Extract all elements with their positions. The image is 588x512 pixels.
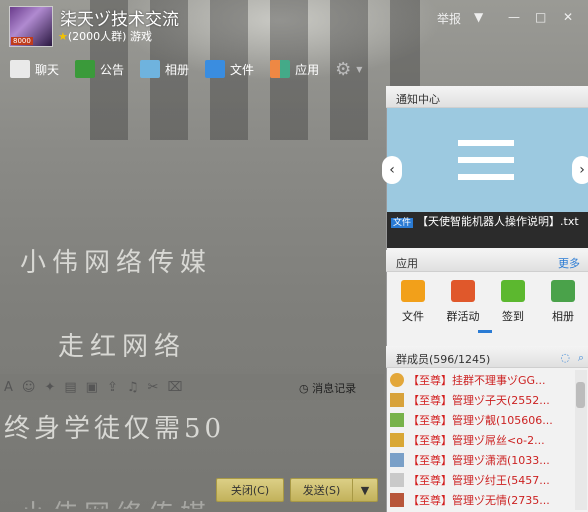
member-row[interactable]: 【至尊】 管理ヅ无情(2735...: [390, 490, 572, 510]
folder-icon: [205, 60, 226, 78]
checkbox-icon: [501, 280, 525, 302]
member-avatar: [390, 373, 404, 387]
next-arrow-icon[interactable]: ›: [572, 156, 588, 184]
app-album[interactable]: 相册: [538, 280, 588, 324]
photo-icon: [551, 280, 575, 302]
avatar-badge: 8000: [11, 37, 33, 45]
member-row[interactable]: 【至尊】 管理ヅ纣王(5457...: [390, 470, 572, 490]
tab-chat[interactable]: 聊天: [10, 60, 59, 78]
member-avatar: [390, 413, 404, 427]
main-toolbar: 聊天 公告 相册 文件 应用 ⚙ ▼: [10, 56, 374, 82]
chat-bg-text-2: 走红网络: [58, 332, 187, 362]
search-icon[interactable]: ⌕: [578, 351, 584, 365]
member-avatar: [390, 493, 404, 507]
minimize-icon[interactable]: —: [508, 10, 520, 24]
chat-bg-text-1: 小伟网络传媒: [20, 248, 213, 278]
close-button[interactable]: 关闭(C): [216, 478, 284, 502]
settings-button[interactable]: ⚙ ▼: [335, 59, 362, 80]
send-options-button[interactable]: ▼: [352, 478, 378, 502]
megaphone-icon: [75, 60, 96, 78]
group-tag: 游戏: [129, 30, 152, 43]
image-icon[interactable]: ▣: [86, 380, 98, 395]
close-icon[interactable]: ✕: [563, 10, 573, 24]
dropdown-icon[interactable]: ▼: [474, 10, 483, 24]
scrollbar-thumb[interactable]: [576, 382, 585, 408]
member-avatar: [390, 453, 404, 467]
message-history-button[interactable]: ◷ 消息记录: [299, 380, 356, 396]
music-icon[interactable]: ♫: [127, 380, 139, 395]
tab-album[interactable]: 相册: [140, 60, 189, 78]
gear-icon: ⚙: [335, 58, 352, 80]
clock-icon: ◷: [299, 382, 309, 395]
member-row[interactable]: 【至尊】 管理ヅ潇洒(1033...: [390, 450, 572, 470]
more-link[interactable]: 更多: [558, 255, 580, 271]
app-file[interactable]: 文件: [388, 280, 438, 324]
group-subtitle: ★(2000人群) 游戏: [58, 30, 152, 43]
scissors-icon[interactable]: ✂: [148, 380, 159, 395]
member-avatar: [390, 473, 404, 487]
prev-arrow-icon[interactable]: ‹: [382, 156, 402, 184]
star-icon: ★: [58, 30, 68, 43]
tab-app[interactable]: 应用: [270, 60, 319, 78]
chat-bubble-icon[interactable]: ◌: [560, 351, 570, 364]
apps-header: 应用 更多: [386, 250, 588, 272]
screenshot-icon[interactable]: ⌧: [167, 380, 182, 395]
emoji-icon[interactable]: ☺: [22, 380, 36, 395]
app-checkin[interactable]: 签到: [488, 280, 538, 324]
document-icon: [458, 140, 514, 190]
maximize-icon[interactable]: □: [535, 10, 546, 24]
chevron-down-icon: ▼: [360, 483, 370, 497]
group-title: 柒天ヅ技术交流: [60, 10, 179, 30]
chat-bg-text-3: 终身学徒仅需50: [4, 414, 226, 444]
apps-grid-icon: [270, 60, 291, 78]
folder-icon: [401, 280, 425, 302]
notify-header: 通知中心: [386, 86, 588, 108]
member-avatar: [390, 393, 404, 407]
flag-icon: [451, 280, 475, 302]
page-indicator: [478, 330, 492, 333]
chat-bubble-icon: [10, 60, 30, 78]
gif-icon[interactable]: ▤: [64, 380, 76, 395]
tab-file[interactable]: 文件: [205, 60, 254, 78]
member-row[interactable]: 【至尊】 挂群不理事ヅGG...: [390, 370, 572, 390]
notify-file-caption[interactable]: 文件 【天使智能机器人操作说明】.txt: [387, 212, 588, 248]
file-badge: 文件: [391, 218, 414, 228]
photo-icon: [140, 60, 161, 78]
member-avatar: [390, 433, 404, 447]
apps-row: 文件 群活动 签到 相册: [388, 280, 588, 324]
send-button[interactable]: 发送(S): [290, 478, 352, 502]
upload-icon[interactable]: ⇪: [107, 380, 118, 395]
member-row[interactable]: 【至尊】 管理ヅ屌丝<o-2...: [390, 430, 572, 450]
app-activity[interactable]: 群活动: [438, 280, 488, 324]
chevron-down-icon: ▼: [356, 64, 363, 74]
member-row[interactable]: 【至尊】 管理ヅ靓(105606...: [390, 410, 572, 430]
report-button[interactable]: 举报: [437, 10, 461, 27]
member-row[interactable]: 【至尊】 管理ヅ子天(2552...: [390, 390, 572, 410]
group-avatar[interactable]: 8000: [9, 6, 53, 47]
magic-icon[interactable]: ✦: [44, 380, 55, 395]
tab-notice[interactable]: 公告: [75, 60, 124, 78]
font-icon[interactable]: A: [4, 380, 13, 395]
members-header: 群成员(596/1245) ◌ ⌕: [386, 346, 588, 368]
